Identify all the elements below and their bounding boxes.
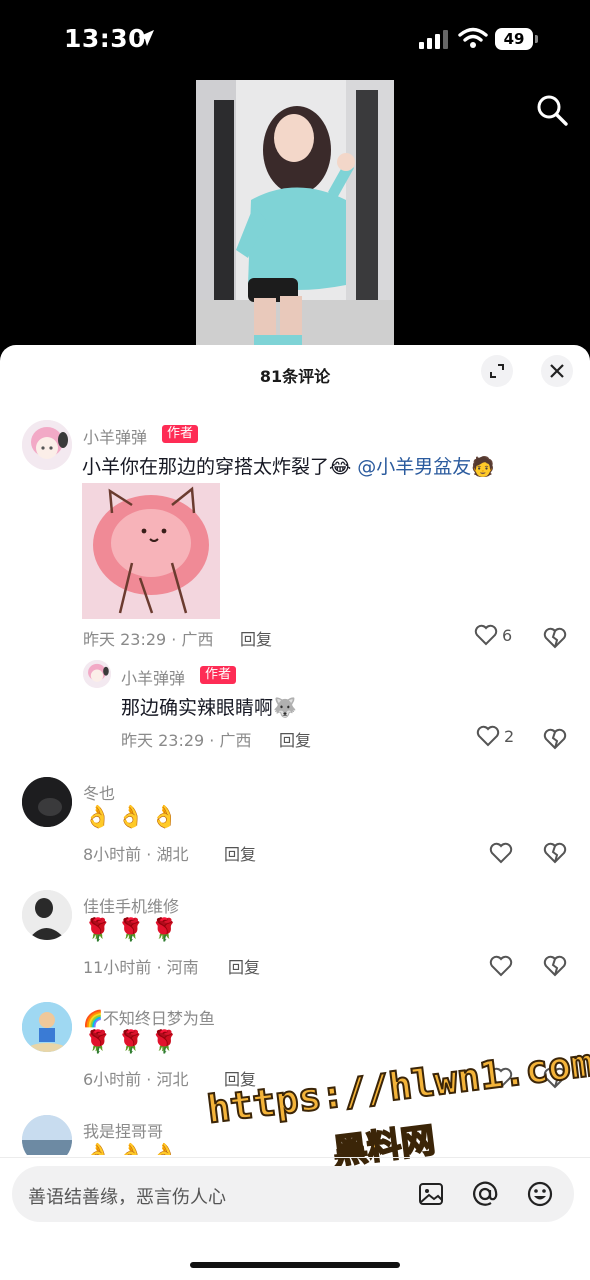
avatar-image [22,777,72,827]
heart-icon [476,725,500,747]
avatar[interactable] [22,420,72,470]
location-arrow-icon [138,30,154,46]
reply-username[interactable]: 小羊弹弹 [121,665,185,689]
comment-body: 小羊你在那边的穿搭太炸裂了😂 [82,456,352,478]
comment-text: 🌹🌹🌹 [84,1030,185,1055]
mention-link[interactable]: @小羊男盆友 [357,456,471,478]
mention-at-icon[interactable] [471,1180,499,1208]
comment-sticker-image[interactable] [82,483,220,619]
close-button[interactable] [541,355,573,387]
status-time: 13:30 [64,24,147,53]
like-count: 2 [504,726,515,746]
comment-meta: 6小时前 · 河北 [83,1070,189,1089]
close-icon [550,364,564,378]
home-indicator[interactable] [190,1262,400,1268]
comments-header: 81条评论 [0,345,590,403]
comment-meta: 11小时前 · 河南 [83,958,199,977]
video-player[interactable] [0,80,590,350]
like-heart-icon[interactable] [489,841,513,865]
dislike-heart-icon[interactable] [543,841,567,865]
reply-meta: 昨天 23:29 · 广西 [121,731,252,750]
status-bar: 13:30 49 [0,0,590,80]
comment-text: 小羊你在那边的穿搭太炸裂了😂 @小羊男盆友🧑 [82,452,495,479]
comment-username[interactable]: 🌈不知终日梦为鱼 [83,1005,215,1029]
comment-meta: 昨天 23:29 · 广西 [83,630,214,649]
like-heart-icon[interactable] [489,954,513,978]
avatar-image [22,1115,72,1155]
dislike-heart-icon[interactable] [543,727,567,751]
comment-username[interactable]: 冬也 [83,780,115,804]
watermark-name: 黑料网 [330,1119,438,1173]
avatar-image [22,1002,72,1052]
comment-input-placeholder: 善语结善缘，恶言伤人心 [28,1187,226,1208]
comment-text: 👌👌👌 [84,1143,184,1155]
author-badge: 作者 [162,425,199,443]
expand-button[interactable] [481,355,513,387]
video-frame[interactable] [196,80,394,350]
video-scene-image [196,80,394,350]
reply-avatar[interactable] [83,660,111,688]
dislike-heart-icon[interactable] [543,954,567,978]
reply-button[interactable]: 回复 [224,841,256,865]
comment-username[interactable]: 佳佳手机维修 [83,893,179,917]
avatar-image [22,420,72,470]
reply-button[interactable]: 回复 [228,954,260,978]
wifi-icon [458,27,488,48]
image-picker-icon[interactable] [417,1180,445,1208]
author-badge: 作者 [200,666,237,684]
avatar-image [22,890,72,940]
reply-button[interactable]: 回复 [279,727,311,751]
comment-text: 🌹🌹🌹 [84,918,185,943]
like-button[interactable]: 6 [474,624,512,646]
expand-icon [490,364,504,378]
comment-meta: 8小时前 · 湖北 [83,845,189,864]
cat-sticker-icon [82,483,220,619]
battery-indicator: 49 [495,28,539,50]
input-divider [0,1157,590,1158]
emoji-icon[interactable] [526,1180,554,1208]
mention-emoji: 🧑 [471,456,495,478]
search-icon[interactable] [534,92,570,128]
battery-level: 49 [495,28,533,50]
cellular-signal-icon [419,30,448,49]
reply-button[interactable]: 回复 [240,626,272,650]
like-count: 6 [502,625,513,645]
reply-text: 那边确实辣眼睛啊🐺 [121,697,297,719]
avatar[interactable] [22,890,72,940]
dislike-heart-icon[interactable] [543,626,567,650]
avatar-image [83,660,111,688]
battery-tip [535,35,538,43]
avatar[interactable] [22,777,72,827]
avatar[interactable] [22,1002,72,1052]
avatar[interactable] [22,1115,72,1155]
heart-icon [474,624,498,646]
comment-input[interactable]: 善语结善缘，恶言伤人心 [12,1166,574,1222]
like-button[interactable]: 2 [476,725,514,747]
comment-username[interactable]: 我是捏哥哥 [83,1118,163,1142]
comment-text: 👌👌👌 [84,805,185,830]
comment-username[interactable]: 小羊弹弹 [83,424,147,448]
